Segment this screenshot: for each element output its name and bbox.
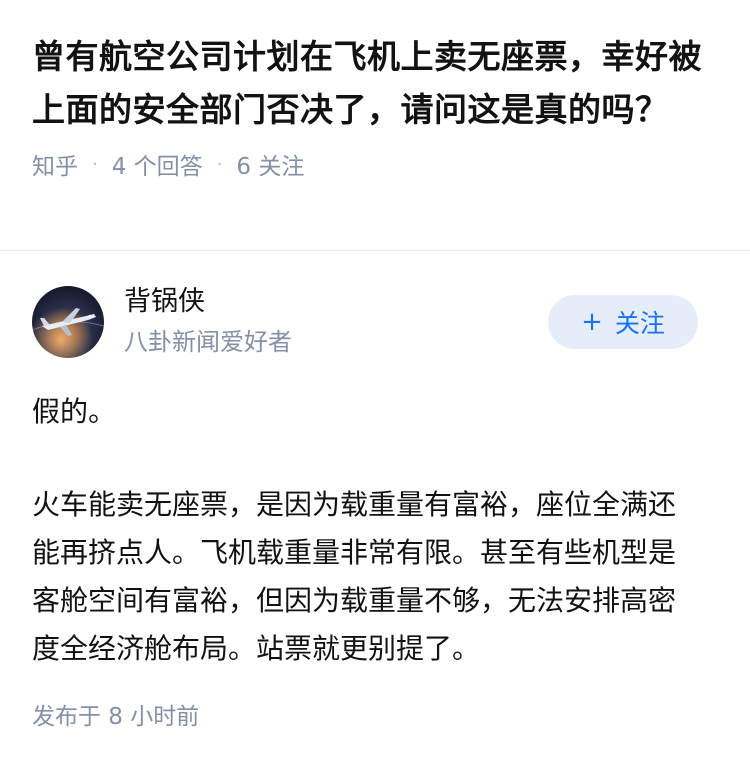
- followers-count[interactable]: 6 关注: [236, 147, 304, 181]
- follow-button[interactable]: + 关注: [548, 295, 698, 349]
- publish-time: 发布于 8 小时前: [32, 704, 200, 730]
- answers-count[interactable]: 4 个回答: [112, 147, 203, 181]
- question-title[interactable]: 曾有航空公司计划在飞机上卖无座票，幸好被上面的安全部门否决了，请问这是真的吗？: [32, 30, 718, 136]
- section-divider: [0, 250, 750, 251]
- airplane-avatar-icon[interactable]: [32, 286, 104, 358]
- follow-label: 关注: [614, 309, 665, 338]
- separator-dot: ·: [216, 153, 223, 175]
- author-name[interactable]: 背锅侠: [124, 285, 548, 319]
- source-label[interactable]: 知乎: [32, 147, 78, 181]
- question-meta: 知乎 · 4 个回答 · 6 关注: [32, 142, 718, 186]
- question-header: 曾有航空公司计划在飞机上卖无座票，幸好被上面的安全部门否决了，请问这是真的吗？ …: [0, 0, 750, 186]
- separator-dot: ·: [92, 153, 98, 175]
- answer-paragraph: 火车能卖无座票，是因为载重量有富裕，座位全满还能再挤点人。飞机载重量非常有限。甚…: [32, 488, 677, 665]
- author-bio: 八卦新闻爱好者: [124, 328, 292, 356]
- plus-icon: +: [581, 307, 603, 337]
- answer-content: 假的。 火车能卖无座票，是因为载重量有富裕，座位全满还能再挤点人。飞机载重量非常…: [32, 388, 698, 673]
- answer-paragraph: 假的。: [32, 395, 117, 428]
- author-info: 背锅侠 八卦新闻爱好者: [124, 285, 548, 359]
- author-card: 背锅侠 八卦新闻爱好者 + 关注: [32, 285, 698, 359]
